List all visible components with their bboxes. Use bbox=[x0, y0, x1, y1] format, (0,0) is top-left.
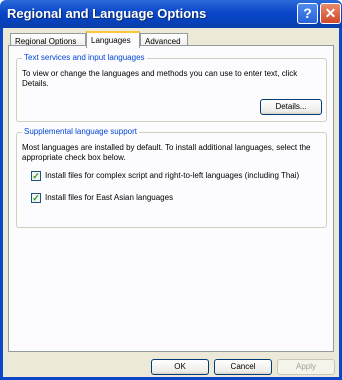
languages-tab-panel: Text services and input languages To vie… bbox=[8, 45, 334, 352]
group-legend: Text services and input languages bbox=[22, 53, 147, 62]
help-button[interactable]: ? bbox=[297, 3, 318, 24]
text-services-description: To view or change the languages and meth… bbox=[22, 69, 298, 88]
help-icon: ? bbox=[303, 5, 312, 21]
supplemental-description: Most languages are installed by default.… bbox=[22, 143, 311, 162]
east-asian-checkbox-row[interactable]: ✓ Install files for East Asian languages bbox=[31, 193, 323, 204]
tab-languages[interactable]: Languages bbox=[86, 31, 140, 48]
window-title: Regional and Language Options bbox=[7, 6, 207, 21]
tab-label: Languages bbox=[91, 36, 131, 45]
close-button[interactable]: ✕ bbox=[320, 3, 341, 24]
group-legend: Supplemental language support bbox=[22, 127, 139, 136]
title-bar[interactable]: Regional and Language Options ? ✕ bbox=[0, 0, 342, 28]
details-button[interactable]: Details... bbox=[260, 99, 322, 115]
apply-button[interactable]: Apply bbox=[277, 359, 335, 375]
ok-button-label: OK bbox=[174, 362, 186, 371]
east-asian-checkbox-label[interactable]: Install files for East Asian languages bbox=[45, 193, 173, 203]
text-services-group: Text services and input languages To vie… bbox=[16, 53, 327, 122]
east-asian-checkbox[interactable]: ✓ bbox=[31, 193, 41, 203]
supplemental-language-group: Supplemental language support Most langu… bbox=[16, 127, 327, 228]
apply-button-label: Apply bbox=[295, 362, 316, 371]
cancel-button-label: Cancel bbox=[230, 362, 256, 371]
complex-script-checkbox-row[interactable]: ✓ Install files for complex script and r… bbox=[31, 171, 323, 182]
close-icon: ✕ bbox=[324, 5, 337, 21]
complex-script-checkbox-label[interactable]: Install files for complex script and rig… bbox=[45, 171, 299, 181]
details-button-label: Details... bbox=[275, 102, 307, 111]
complex-script-checkbox[interactable]: ✓ bbox=[31, 171, 41, 181]
ok-button[interactable]: OK bbox=[151, 359, 209, 375]
cancel-button[interactable]: Cancel bbox=[214, 359, 272, 375]
